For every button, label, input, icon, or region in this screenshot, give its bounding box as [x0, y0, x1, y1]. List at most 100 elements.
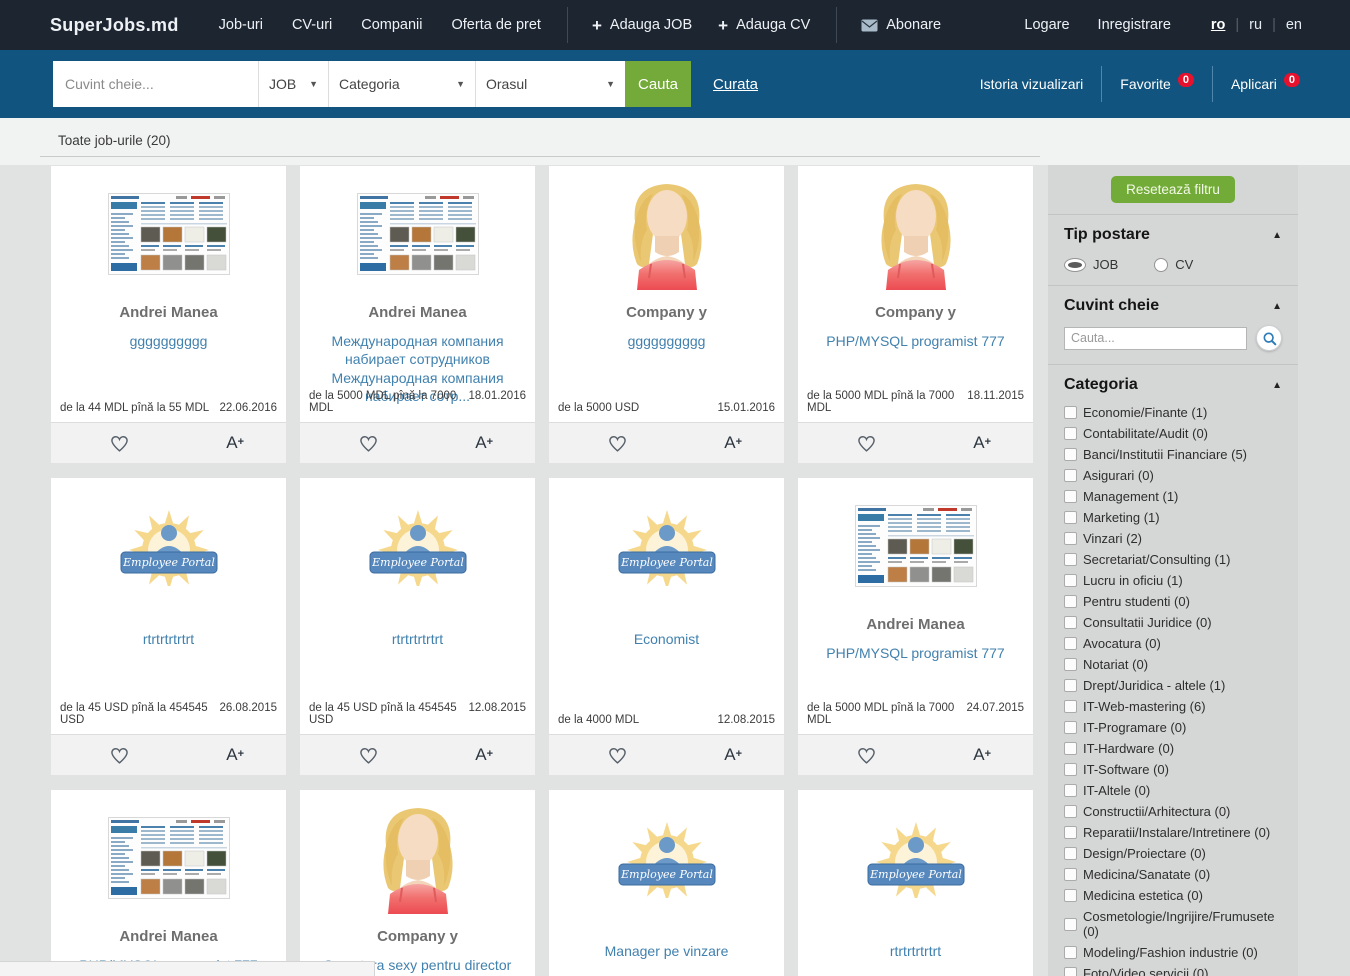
checkbox-icon[interactable] [1064, 784, 1077, 797]
category-checkbox-item[interactable]: Asigurari (0) [1064, 468, 1282, 483]
category-checkbox-item[interactable]: Notariat (0) [1064, 657, 1282, 672]
category-checkbox-item[interactable]: IT-Software (0) [1064, 762, 1282, 777]
apply-button[interactable]: A+ [973, 433, 991, 453]
category-checkbox-item[interactable]: Medicina estetica (0) [1064, 888, 1282, 903]
category-checkbox-item[interactable]: Contabilitate/Audit (0) [1064, 426, 1282, 441]
radio-icon[interactable] [1064, 258, 1086, 272]
checkbox-icon[interactable] [1064, 448, 1077, 461]
job-card[interactable]: Andrei ManeaМеждународная компания набир… [299, 165, 536, 464]
keyword-section-heading[interactable]: Cuvint cheie ▲ [1064, 297, 1282, 315]
apply-button[interactable]: A+ [226, 433, 244, 453]
language-ru[interactable]: ru [1249, 17, 1262, 33]
job-title-link[interactable]: PHP/MYSQL programist 777 [798, 644, 1033, 662]
job-card[interactable]: Employee Portalrtrtrtrtrtrtde la 45 USD … [50, 477, 287, 776]
job-title-link[interactable]: gggggggggg [549, 332, 784, 350]
checkbox-icon[interactable] [1064, 742, 1077, 755]
category-checkbox-item[interactable]: Consultatii Juridice (0) [1064, 615, 1282, 630]
apply-button[interactable]: A+ [475, 433, 493, 453]
language-en[interactable]: en [1286, 17, 1302, 33]
category-checkbox-item[interactable]: Modeling/Fashion industrie (0) [1064, 945, 1282, 960]
category-checkbox-item[interactable]: Lucru in oficiu (1) [1064, 573, 1282, 588]
checkbox-icon[interactable] [1064, 967, 1077, 976]
job-title-link[interactable]: rtrtrtrtrtrt [300, 630, 535, 648]
category-checkbox-item[interactable]: Drept/Juridica - altele (1) [1064, 678, 1282, 693]
keyword-search-input[interactable] [53, 61, 258, 107]
category-checkbox-item[interactable]: Economie/Finante (1) [1064, 405, 1282, 420]
apply-button[interactable]: A+ [724, 433, 742, 453]
job-card[interactable]: Andrei ManeaPHP/MYSQL programist 777de l… [797, 477, 1034, 776]
favorites-link[interactable]: Favorite 0 [1120, 76, 1194, 92]
register-link[interactable]: Inregistrare [1098, 17, 1171, 33]
job-card[interactable]: Company yPHP/MYSQL programist 777de la 5… [797, 165, 1034, 464]
job-card[interactable]: Employee Portalrtrtrtrtrtrtde la 45 USD … [299, 477, 536, 776]
checkbox-icon[interactable] [1064, 574, 1077, 587]
apply-button[interactable]: A+ [475, 745, 493, 765]
checkbox-icon[interactable] [1064, 427, 1077, 440]
job-title-link[interactable]: rtrtrtrtrtrt [798, 942, 1033, 960]
collapse-arrow-icon[interactable]: ▲ [1272, 380, 1282, 391]
history-link[interactable]: Istoria vizualizari [980, 76, 1083, 92]
category-checkbox-item[interactable]: Avocatura (0) [1064, 636, 1282, 651]
apply-button[interactable]: A+ [724, 745, 742, 765]
category-checkbox-item[interactable]: Constructii/Arhitectura (0) [1064, 804, 1282, 819]
add-job-button[interactable]: + Adauga JOB [592, 17, 692, 34]
applications-link[interactable]: Aplicari 0 [1231, 76, 1300, 92]
site-logo[interactable]: SuperJobs.md [50, 15, 179, 36]
job-title-link[interactable]: PHP/MYSQL programist 777 [798, 332, 1033, 350]
favorite-heart-button[interactable] [856, 746, 877, 765]
checkbox-icon[interactable] [1064, 595, 1077, 608]
job-card[interactable]: Andrei ManeaPHP/MYSQL programist 777A+ [50, 789, 287, 976]
checkbox-icon[interactable] [1064, 616, 1077, 629]
favorite-heart-button[interactable] [607, 746, 628, 765]
favorite-heart-button[interactable] [358, 746, 379, 765]
favorite-heart-button[interactable] [607, 434, 628, 453]
type-section-heading[interactable]: Tip postare ▲ [1064, 226, 1282, 244]
collapse-arrow-icon[interactable]: ▲ [1272, 301, 1282, 312]
category-checkbox-item[interactable]: Vinzari (2) [1064, 531, 1282, 546]
favorite-heart-button[interactable] [358, 434, 379, 453]
login-link[interactable]: Logare [1024, 17, 1069, 33]
radio-icon[interactable] [1154, 258, 1168, 272]
checkbox-icon[interactable] [1064, 847, 1077, 860]
checkbox-icon[interactable] [1064, 918, 1077, 931]
apply-button[interactable]: A+ [226, 745, 244, 765]
job-card[interactable]: Andrei Maneaggggggggggde la 44 MDL pînă … [50, 165, 287, 464]
checkbox-icon[interactable] [1064, 406, 1077, 419]
sidebar-keyword-input[interactable] [1064, 327, 1247, 350]
checkbox-icon[interactable] [1064, 868, 1077, 881]
radio-option-job[interactable]: JOB [1064, 257, 1118, 272]
checkbox-icon[interactable] [1064, 469, 1077, 482]
favorite-heart-button[interactable] [109, 434, 130, 453]
nav-link-cv-uri[interactable]: CV-uri [292, 17, 332, 33]
checkbox-icon[interactable] [1064, 658, 1077, 671]
category-checkbox-item[interactable]: IT-Hardware (0) [1064, 741, 1282, 756]
checkbox-icon[interactable] [1064, 637, 1077, 650]
checkbox-icon[interactable] [1064, 700, 1077, 713]
checkbox-icon[interactable] [1064, 805, 1077, 818]
category-checkbox-item[interactable]: Management (1) [1064, 489, 1282, 504]
job-card[interactable]: Company ySecretara sexy pentru directorA… [299, 789, 536, 976]
type-select[interactable]: JOB ▼ [258, 61, 328, 107]
checkbox-icon[interactable] [1064, 490, 1077, 503]
collapse-arrow-icon[interactable]: ▲ [1272, 230, 1282, 241]
checkbox-icon[interactable] [1064, 826, 1077, 839]
clear-search-link[interactable]: Curata [713, 76, 758, 93]
job-card[interactable]: Employee PortalManager pe vinzareA+ [548, 789, 785, 976]
city-select[interactable]: Orasul ▼ [475, 61, 625, 107]
apply-button[interactable]: A+ [973, 745, 991, 765]
reset-filter-button[interactable]: Resetează filtru [1111, 176, 1235, 203]
nav-link-companii[interactable]: Companii [361, 17, 422, 33]
category-checkbox-item[interactable]: Medicina/Sanatate (0) [1064, 867, 1282, 882]
job-title-link[interactable]: Economist [549, 630, 784, 648]
category-checkbox-item[interactable]: Banci/Institutii Financiare (5) [1064, 447, 1282, 462]
radio-option-cv[interactable]: CV [1154, 257, 1193, 272]
nav-link-job-uri[interactable]: Job-uri [219, 17, 263, 33]
job-card[interactable]: Employee PortalEconomistde la 4000 MDL12… [548, 477, 785, 776]
job-title-link[interactable]: Manager pe vinzare [549, 942, 784, 960]
job-title-link[interactable]: rtrtrtrtrtrt [51, 630, 286, 648]
job-title-link[interactable]: gggggggggg [51, 332, 286, 350]
category-select[interactable]: Categoria ▼ [328, 61, 475, 107]
category-section-heading[interactable]: Categoria ▲ [1064, 376, 1282, 394]
sidebar-search-button[interactable] [1256, 325, 1282, 351]
checkbox-icon[interactable] [1064, 679, 1077, 692]
